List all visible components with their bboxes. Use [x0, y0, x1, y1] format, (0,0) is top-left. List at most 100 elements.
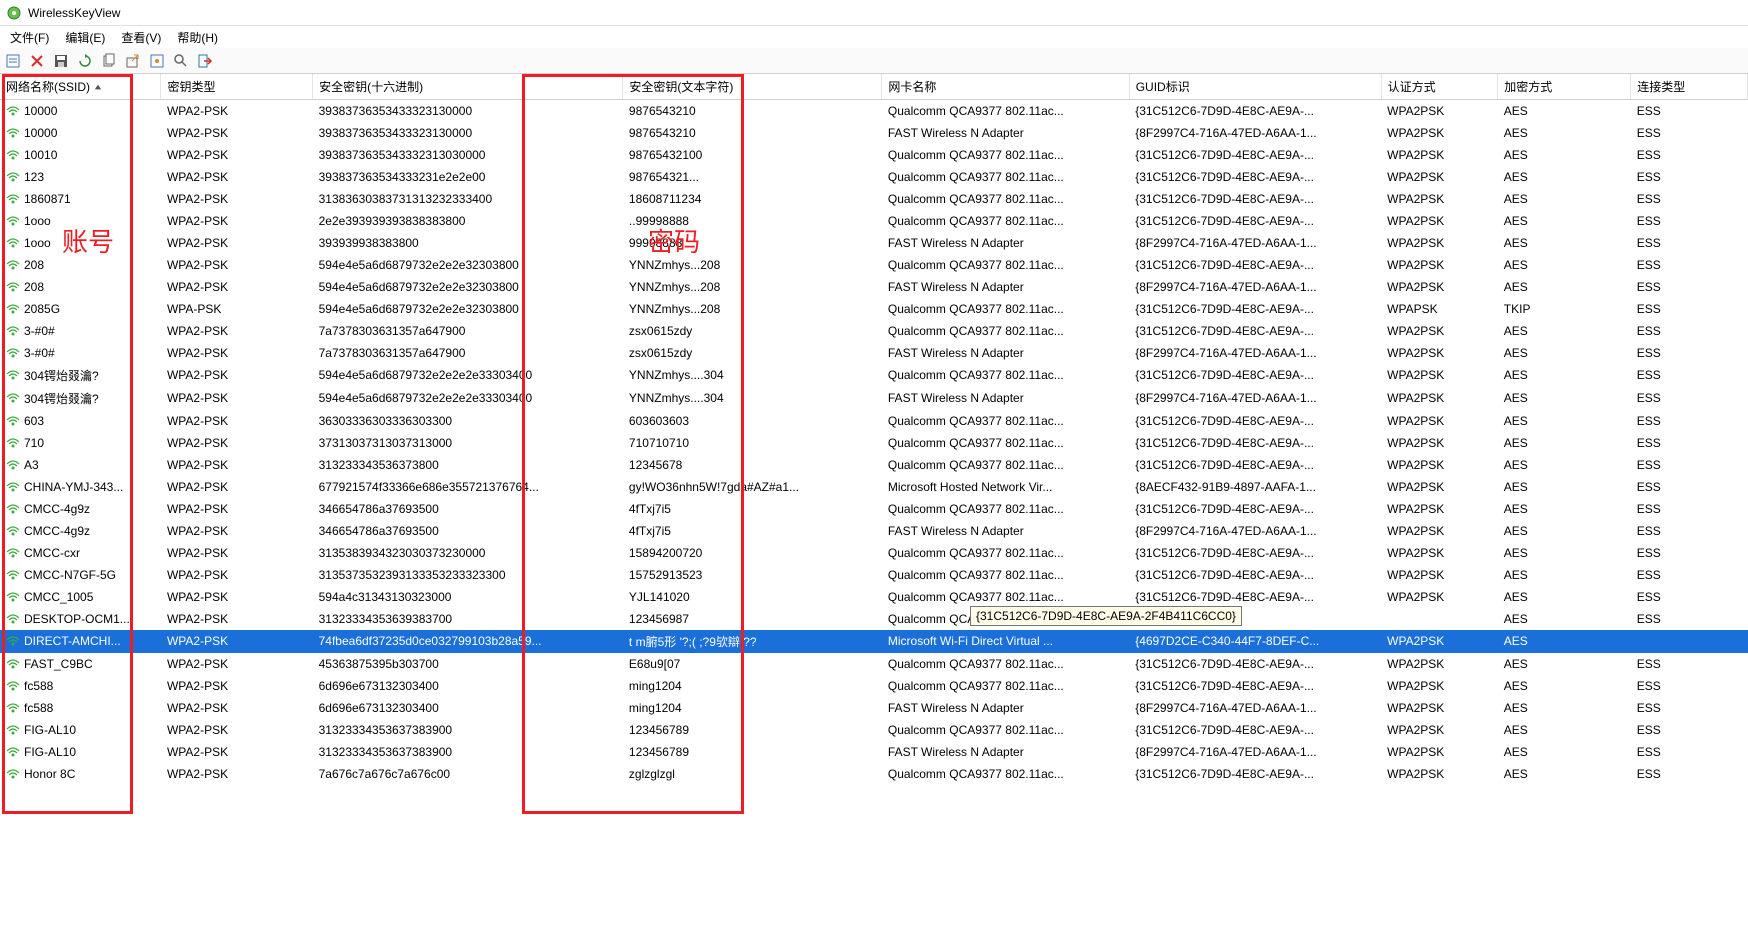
table-row[interactable]: 1oooWPA2-PSK39393993838380099998888FAST … — [0, 232, 1748, 254]
table-row[interactable]: fc588WPA2-PSK6d696e673132303400ming1204Q… — [0, 675, 1748, 697]
wifi-icon — [6, 326, 20, 336]
cell: {31C512C6-7D9D-4E8C-AE9A-... — [1129, 542, 1381, 564]
cell: {31C512C6-7D9D-4E8C-AE9A-... — [1129, 144, 1381, 166]
column-header-5[interactable]: GUID标识 — [1129, 74, 1381, 100]
table-row[interactable]: 3-#0#WPA2-PSK7a7378303631357a647900zsx06… — [0, 320, 1748, 342]
table-row[interactable]: 304锷炲叕瀹?WPA2-PSK594e4e5a6d6879732e2e2e2e… — [0, 364, 1748, 387]
cell: FAST Wireless N Adapter — [882, 232, 1129, 254]
table-row[interactable]: 10000WPA2-PSK393837363534333231300009876… — [0, 122, 1748, 144]
table-row[interactable]: FIG-AL10WPA2-PSK313233343536373839001234… — [0, 719, 1748, 741]
cell: WPA2PSK — [1381, 675, 1498, 697]
menu-item-2[interactable]: 查看(V) — [113, 27, 169, 48]
table-row[interactable]: 710WPA2-PSK37313037313037313000710710710… — [0, 432, 1748, 454]
table-row[interactable]: 1oooWPA2-PSK2e2e393939393838383800..9999… — [0, 210, 1748, 232]
cell: 208 — [0, 254, 161, 276]
sort-asc-icon — [94, 83, 102, 91]
table-row[interactable]: 208WPA2-PSK594e4e5a6d6879732e2e2e3230380… — [0, 254, 1748, 276]
menu-item-3[interactable]: 帮助(H) — [169, 27, 226, 48]
cell: WPA2-PSK — [161, 520, 313, 542]
cell-ssid: CHINA-YMJ-343... — [24, 480, 123, 494]
column-header-4[interactable]: 网卡名称 — [882, 74, 1129, 100]
table-row[interactable]: FIG-AL10WPA2-PSK313233343536373839001234… — [0, 741, 1748, 763]
cell: Qualcomm QCA9377 802.11ac... — [882, 564, 1129, 586]
refresh-button[interactable] — [76, 52, 94, 70]
table-row[interactable]: CMCC-4g9zWPA2-PSK346654786a376935004fTxj… — [0, 498, 1748, 520]
cell: WPA2-PSK — [161, 741, 313, 763]
table-row[interactable]: CMCC-N7GF-5GWPA2-PSK31353735323931333532… — [0, 564, 1748, 586]
cell: WPA2PSK — [1381, 342, 1498, 364]
cell: AES — [1498, 342, 1631, 364]
cell: WPA2PSK — [1381, 564, 1498, 586]
cell: ESS — [1631, 232, 1748, 254]
table-row[interactable]: CMCC_1005WPA2-PSK594a4c31343130323000YJL… — [0, 586, 1748, 608]
cell: 37313037313037313000 — [313, 432, 623, 454]
menu-item-1[interactable]: 编辑(E) — [57, 27, 113, 48]
exit-button[interactable] — [196, 52, 214, 70]
column-header-6[interactable]: 认证方式 — [1381, 74, 1498, 100]
cell: AES — [1498, 100, 1631, 122]
table-row[interactable]: A3WPA2-PSK31323334353637380012345678Qual… — [0, 454, 1748, 476]
table-row[interactable]: CMCC-cxrWPA2-PSK313538393432303037323000… — [0, 542, 1748, 564]
cell: DESKTOP-OCM1... — [0, 608, 161, 630]
cell: ESS — [1631, 697, 1748, 719]
table-row[interactable]: CMCC-4g9zWPA2-PSK346654786a376935004fTxj… — [0, 520, 1748, 542]
export-button[interactable] — [124, 52, 142, 70]
cell: 594e4e5a6d6879732e2e2e32303800 — [313, 254, 623, 276]
cell: WPA2PSK — [1381, 653, 1498, 675]
wifi-icon — [6, 703, 20, 713]
cell: 594a4c31343130323000 — [313, 586, 623, 608]
cell-ssid: 3-#0# — [24, 346, 55, 360]
table-row[interactable]: 3-#0#WPA2-PSK7a7378303631357a647900zsx06… — [0, 342, 1748, 364]
table-row[interactable]: 1860871WPA2-PSK3138363038373131323233340… — [0, 188, 1748, 210]
cell: AES — [1498, 364, 1631, 387]
cell-ssid: CMCC_1005 — [24, 590, 93, 604]
cell: WPA2PSK — [1381, 410, 1498, 432]
table-row[interactable]: 10000WPA2-PSK393837363534333231300009876… — [0, 100, 1748, 122]
table-row[interactable]: 304锷炲叕瀹?WPA2-PSK594e4e5a6d6879732e2e2e2e… — [0, 387, 1748, 410]
properties-button[interactable] — [4, 52, 22, 70]
cell: 603 — [0, 410, 161, 432]
table-row[interactable]: 10010WPA2-PSK393837363534333231303000098… — [0, 144, 1748, 166]
copy-button[interactable] — [100, 52, 118, 70]
table-row[interactable]: 603WPA2-PSK36303336303336303300603603603… — [0, 410, 1748, 432]
cell: 304锷炲叕瀹? — [0, 387, 161, 410]
menu-item-0[interactable]: 文件(F) — [2, 27, 57, 48]
table-row[interactable]: 208WPA2-PSK594e4e5a6d6879732e2e2e3230380… — [0, 276, 1748, 298]
table-row[interactable]: FAST_C9BCWPA2-PSK45363875395b303700E68u9… — [0, 653, 1748, 675]
column-header-8[interactable]: 连接类型 — [1631, 74, 1748, 100]
cell: ESS — [1631, 342, 1748, 364]
save-button[interactable] — [52, 52, 70, 70]
cell: FAST Wireless N Adapter — [882, 387, 1129, 410]
table-row[interactable]: fc588WPA2-PSK6d696e673132303400ming1204F… — [0, 697, 1748, 719]
cell: WPA2PSK — [1381, 586, 1498, 608]
wifi-icon — [6, 636, 20, 646]
table-row[interactable]: 2085GWPA-PSK594e4e5a6d6879732e2e2e323038… — [0, 298, 1748, 320]
cell: 123456789 — [623, 741, 882, 763]
wifi-icon — [6, 370, 20, 380]
column-header-2[interactable]: 安全密钥(十六进制) — [313, 74, 623, 100]
column-header-3[interactable]: 安全密钥(文本字符) — [623, 74, 882, 100]
cell: {31C512C6-7D9D-4E8C-AE9A-... — [1129, 188, 1381, 210]
table-row[interactable]: DIRECT-AMCHI...WPA2-PSK74fbea6df37235d0c… — [0, 630, 1748, 653]
cell: ESS — [1631, 719, 1748, 741]
table-row[interactable]: DESKTOP-OCM1...WPA2-PSK31323334353639383… — [0, 608, 1748, 630]
column-header-7[interactable]: 加密方式 — [1498, 74, 1631, 100]
wifi-icon — [6, 526, 20, 536]
table-container[interactable]: 网络名称(SSID)密钥类型安全密钥(十六进制)安全密钥(文本字符)网卡名称GU… — [0, 74, 1748, 947]
cell: Qualcomm QCA9377 802.11ac... — [882, 498, 1129, 520]
table-row[interactable]: Honor 8CWPA2-PSK7a676c7a676c7a676c00zglz… — [0, 763, 1748, 785]
cell: 18608711234 — [623, 188, 882, 210]
find-button[interactable] — [172, 52, 190, 70]
column-header-1[interactable]: 密钥类型 — [161, 74, 313, 100]
cell-ssid: 208 — [24, 258, 44, 272]
wifi-icon — [6, 150, 20, 160]
cell: 7a7378303631357a647900 — [313, 320, 623, 342]
cell: WPA2-PSK — [161, 586, 313, 608]
cell: AES — [1498, 741, 1631, 763]
table-row[interactable]: 123WPA2-PSK393837363534333231e2e2e009876… — [0, 166, 1748, 188]
delete-button[interactable] — [28, 52, 46, 70]
options-button[interactable] — [148, 52, 166, 70]
cell: {31C512C6-7D9D-4E8C-AE9A-... — [1129, 298, 1381, 320]
table-row[interactable]: CHINA-YMJ-343...WPA2-PSK677921574f33366e… — [0, 476, 1748, 498]
column-header-0[interactable]: 网络名称(SSID) — [0, 74, 161, 100]
